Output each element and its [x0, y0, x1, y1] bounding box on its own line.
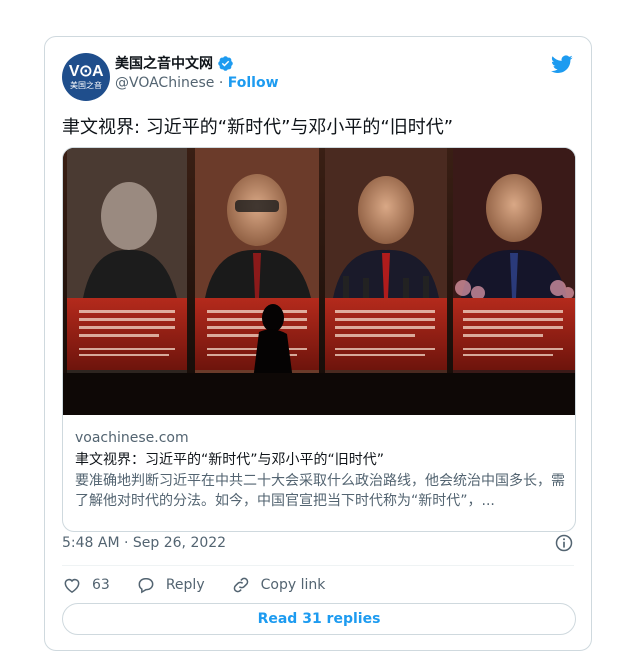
twitter-bird-icon[interactable]: [550, 53, 574, 75]
link-card[interactable]: voachinese.com 聿文视界：习近平的“新时代”与邓小平的“旧时代” …: [62, 147, 576, 532]
follow-button[interactable]: Follow: [228, 75, 279, 91]
copy-link-label: Copy link: [260, 577, 326, 593]
copy-link-button[interactable]: Copy link: [231, 575, 326, 595]
tweet-text: 聿文视界: 习近平的“新时代”与邓小平的“旧时代”: [62, 117, 454, 138]
tweet-actions: 63 Reply Copy link: [62, 575, 351, 595]
like-count: 63: [92, 577, 110, 593]
avatar-logo-subtext: 美国之音: [70, 80, 102, 90]
info-icon[interactable]: [554, 533, 574, 553]
reply-icon: [138, 578, 154, 594]
tweet-card: V⊙A 美国之音 美国之音中文网 @VOAChinese · Follow 聿文…: [44, 36, 592, 651]
link-title: 聿文视界：习近平的“新时代”与邓小平的“旧时代”: [75, 452, 385, 468]
divider: [62, 565, 574, 566]
author-name-row: 美国之音中文网: [115, 53, 234, 73]
link-icon: [233, 577, 248, 593]
author-display-name[interactable]: 美国之音中文网: [115, 53, 213, 73]
avatar-logo-text: V⊙A: [68, 62, 104, 80]
handle-separator: ·: [218, 75, 224, 91]
heart-icon: [64, 578, 80, 593]
read-replies-button[interactable]: Read 31 replies: [62, 603, 576, 635]
article-photo: [63, 148, 575, 415]
avatar[interactable]: V⊙A 美国之音: [62, 53, 110, 101]
link-description: 要准确地判断习近平在中共二十大会采取什么政治路线，他会统治中国多长，需了解他对时…: [75, 473, 565, 509]
author-handle-row: @VOAChinese · Follow: [115, 75, 279, 91]
link-info: voachinese.com 聿文视界：习近平的“新时代”与邓小平的“旧时代” …: [63, 415, 575, 511]
like-button[interactable]: 63: [62, 575, 110, 595]
verified-badge-icon: [218, 55, 233, 71]
author-handle[interactable]: @VOAChinese: [115, 75, 214, 91]
link-domain: voachinese.com: [75, 430, 189, 446]
reply-button[interactable]: Reply: [136, 575, 205, 595]
tweet-timestamp[interactable]: 5:48 AM · Sep 26, 2022: [62, 535, 226, 551]
reply-label: Reply: [165, 577, 205, 593]
